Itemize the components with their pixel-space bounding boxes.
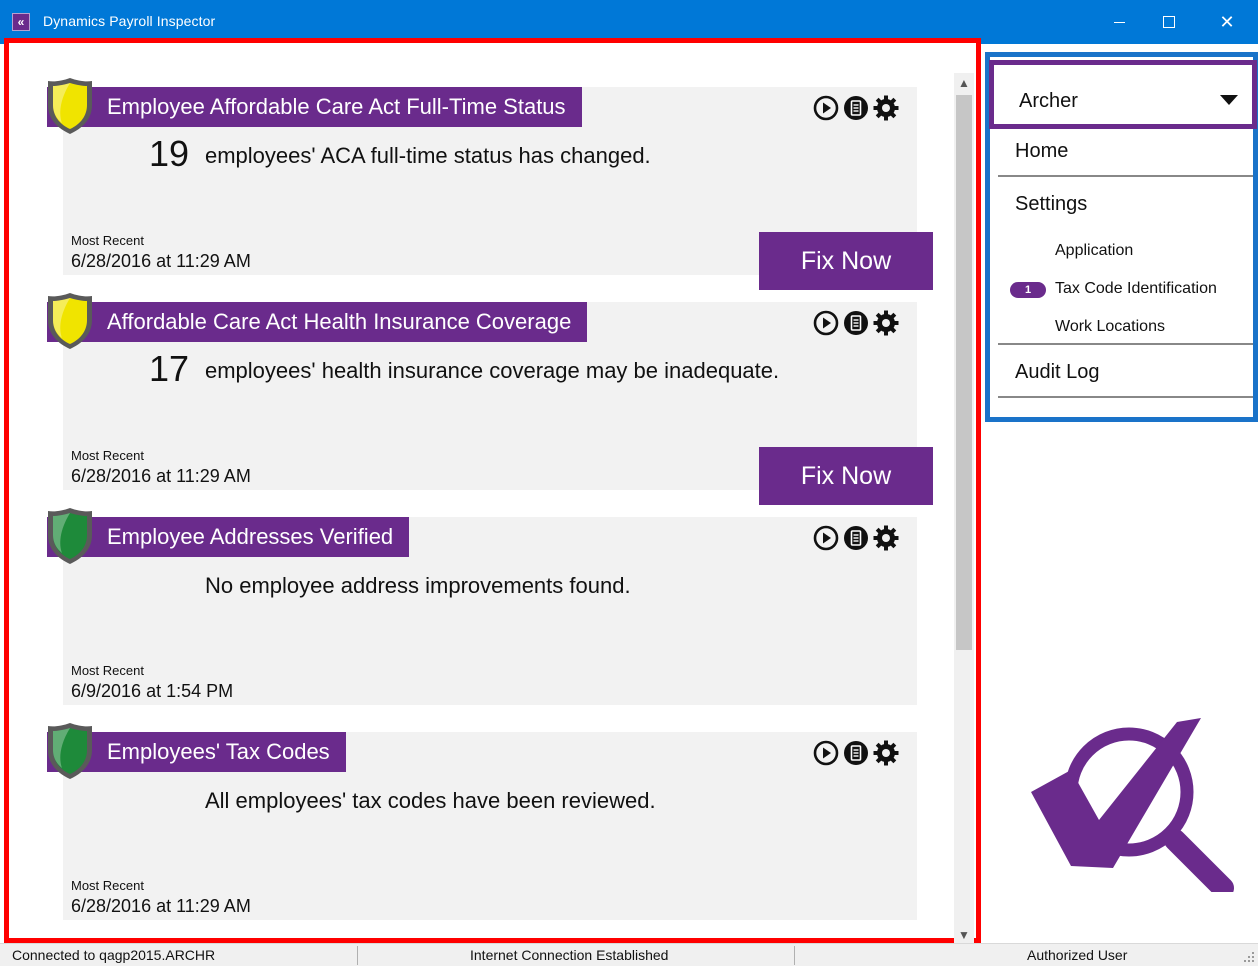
- nav-subitem-label: Work Locations: [1055, 318, 1165, 335]
- resize-grip-icon[interactable]: [1243, 951, 1255, 963]
- app-icon: «: [12, 13, 30, 31]
- vertical-scrollbar[interactable]: ▲ ▼: [954, 73, 974, 945]
- status-separator: [794, 946, 795, 965]
- nav-divider: [998, 396, 1253, 398]
- fix-now-button[interactable]: Fix Now: [759, 447, 933, 505]
- most-recent-date: 6/28/2016 at 11:29 AM: [71, 896, 251, 916]
- most-recent-label: Most Recent: [71, 448, 144, 463]
- inspection-card-tax-codes: Employees' Tax Codes All employees' tax …: [47, 723, 917, 920]
- inspection-list: Employee Affordable Care Act Full-Time S…: [39, 73, 982, 945]
- scrollbar-thumb[interactable]: [956, 95, 972, 650]
- status-user: Authorized User: [1027, 947, 1128, 963]
- close-button[interactable]: ✕: [1198, 0, 1256, 44]
- inspection-panel: Employee Affordable Care Act Full-Time S…: [4, 38, 982, 945]
- yellow-shield-icon: [48, 78, 92, 134]
- user-dropdown[interactable]: Archer: [989, 60, 1257, 129]
- nav-divider: [998, 175, 1253, 177]
- notification-badge: 1: [1010, 282, 1046, 298]
- inspection-card-addresses: Employee Addresses Verified No employee …: [47, 508, 917, 705]
- issue-count: 17: [149, 348, 190, 389]
- card-message: No employee address improvements found.: [205, 573, 631, 598]
- card-message: All employees' tax codes have been revie…: [205, 788, 656, 813]
- most-recent-label: Most Recent: [71, 663, 144, 678]
- report-icon[interactable]: [843, 310, 869, 336]
- scroll-up-arrow-icon[interactable]: ▲: [954, 73, 974, 93]
- maximize-button[interactable]: [1140, 0, 1198, 44]
- status-connection: Connected to qagp2015.ARCHR: [12, 947, 216, 963]
- most-recent-date: 6/28/2016 at 11:29 AM: [71, 466, 251, 486]
- play-icon[interactable]: [813, 740, 839, 766]
- magnifier-check-logo-icon: [1031, 718, 1234, 899]
- nav-divider: [998, 343, 1253, 345]
- card-message: employees' health insurance coverage may…: [205, 358, 780, 383]
- nav-item-label: Settings: [1015, 193, 1088, 215]
- report-icon[interactable]: [843, 95, 869, 121]
- inspection-card-aca-coverage: Affordable Care Act Health Insurance Cov…: [47, 293, 933, 505]
- play-icon[interactable]: [813, 310, 839, 336]
- issue-count: 19: [149, 133, 190, 174]
- user-name: Archer: [1019, 90, 1078, 112]
- nav-item-label: Home: [1015, 140, 1069, 162]
- play-icon[interactable]: [813, 95, 839, 121]
- most-recent-date: 6/9/2016 at 1:54 PM: [71, 681, 234, 701]
- nav-subitem-label: Application: [1055, 242, 1134, 259]
- card-title: Affordable Care Act Health Insurance Cov…: [47, 302, 588, 342]
- most-recent-date: 6/28/2016 at 11:29 AM: [71, 251, 251, 271]
- green-shield-icon: [48, 508, 92, 564]
- gear-icon[interactable]: [873, 740, 899, 766]
- status-separator: [357, 946, 358, 965]
- play-icon[interactable]: [813, 525, 839, 551]
- gear-icon[interactable]: [873, 525, 899, 551]
- nav-subitem-label: Tax Code Identification: [1055, 280, 1217, 297]
- payroll-inspector-logo: [1001, 700, 1251, 899]
- card-title: Employee Addresses Verified: [47, 517, 410, 557]
- nav-item-label: Audit Log: [1015, 361, 1100, 383]
- report-icon[interactable]: [843, 740, 869, 766]
- maximize-icon: [1163, 16, 1175, 28]
- fix-now-button[interactable]: Fix Now: [759, 232, 933, 290]
- minimize-icon: [1113, 21, 1125, 23]
- gear-icon[interactable]: [873, 95, 899, 121]
- close-icon: ✕: [1219, 11, 1235, 32]
- card-message: employees' ACA full-time status has chan…: [205, 143, 651, 168]
- scroll-down-arrow-icon[interactable]: ▼: [954, 925, 974, 945]
- inspection-card-aca-full-time: Employee Affordable Care Act Full-Time S…: [47, 78, 933, 290]
- most-recent-label: Most Recent: [71, 233, 144, 248]
- status-internet: Internet Connection Established: [470, 947, 669, 963]
- status-bar: Connected to qagp2015.ARCHR Internet Con…: [0, 943, 1258, 966]
- window-title: Dynamics Payroll Inspector: [43, 13, 216, 29]
- dropdown-arrow-icon[interactable]: [1220, 95, 1238, 105]
- card-title: Employee Affordable Care Act Full-Time S…: [47, 87, 582, 127]
- most-recent-label: Most Recent: [71, 878, 144, 893]
- yellow-shield-icon: [48, 293, 92, 349]
- green-shield-icon: [48, 723, 92, 779]
- navigation-panel: Archer Home Settings Application 1 Tax C…: [985, 52, 1258, 422]
- gear-icon[interactable]: [873, 310, 899, 336]
- report-icon[interactable]: [843, 525, 869, 551]
